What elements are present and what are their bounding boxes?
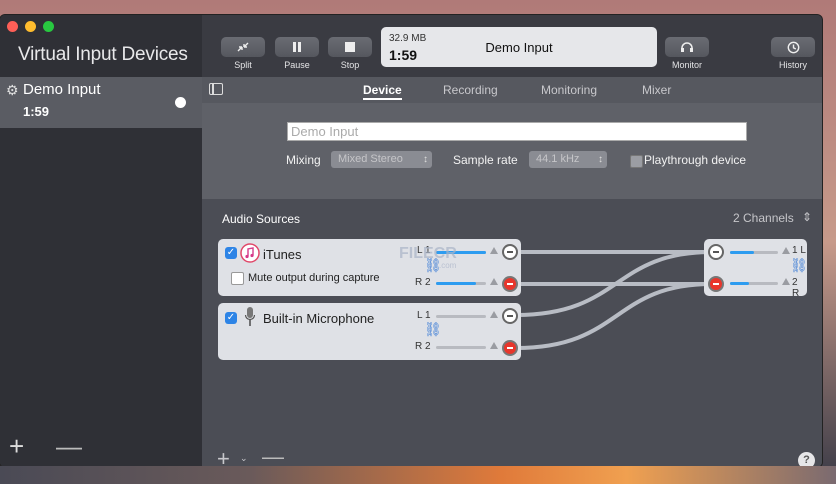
monitor-button[interactable] <box>665 37 709 57</box>
history-button[interactable] <box>771 37 815 57</box>
remove-device-button[interactable]: — <box>56 433 82 459</box>
left-channel-label: L 1 <box>417 310 431 321</box>
output-left-input-port[interactable] <box>708 244 724 260</box>
sidebar-item-label: Demo Input <box>23 81 101 98</box>
itunes-icon <box>240 243 260 263</box>
right-output-port[interactable] <box>502 340 518 356</box>
source-card-itunes: ✓ iTunes Mute output during capture L 1 … <box>218 239 521 296</box>
mute-output-checkbox[interactable] <box>231 272 244 285</box>
sidebar-title: Virtual Input Devices <box>18 44 188 65</box>
pause-icon <box>293 42 301 52</box>
split-button[interactable] <box>221 37 265 57</box>
add-device-button[interactable]: + <box>9 433 24 459</box>
output-card: 1 L ⛓ 2 R <box>704 239 808 299</box>
clock-icon <box>787 41 799 53</box>
right-level-icon <box>490 278 498 285</box>
source-card-microphone: ✓ Built-in Microphone L 1 ⛓ R 2 <box>218 303 521 360</box>
split-icon <box>237 42 249 52</box>
itunes-enable-checkbox[interactable]: ✓ <box>225 247 237 259</box>
monitor-label: Monitor <box>671 60 702 70</box>
status-display: 32.9 MB 1:59 Demo Input <box>381 27 657 67</box>
minimize-window-button[interactable] <box>25 21 36 32</box>
right-channel-label: R 2 <box>415 277 431 288</box>
split-label: Split <box>234 60 252 70</box>
sidebar: Virtual Input Devices ⚙ Demo Input 1:59 … <box>0 15 202 467</box>
add-source-button[interactable]: + <box>217 448 230 468</box>
link-channels-icon[interactable]: ⛓ <box>424 321 442 338</box>
pause-label: Pause <box>284 60 310 70</box>
left-output-port[interactable] <box>502 244 518 260</box>
left-level-icon <box>490 311 498 318</box>
remove-source-button[interactable]: — <box>262 446 284 468</box>
watermark: FILECR .com <box>399 245 457 270</box>
stop-label: Stop <box>340 60 360 70</box>
window-controls <box>7 21 54 32</box>
right-channel-label: R 2 <box>415 341 431 352</box>
microphone-enable-checkbox[interactable]: ✓ <box>225 312 237 324</box>
chevron-down-icon[interactable]: ⌄ <box>240 453 248 464</box>
right-volume-slider[interactable] <box>436 346 486 349</box>
output-right-slider[interactable] <box>730 282 778 285</box>
recording-indicator-icon <box>175 97 186 108</box>
output-left-label: 1 L <box>792 245 806 256</box>
right-output-port[interactable] <box>502 276 518 292</box>
toolbar: Split Pause Stop 32.9 MB 1:59 Demo Input… <box>202 15 822 77</box>
watermark-sub: .com <box>439 261 457 270</box>
sidebar-item-time: 1:59 <box>23 104 50 119</box>
left-volume-slider[interactable] <box>436 315 486 318</box>
mute-output-label: Mute output during capture <box>248 272 380 284</box>
close-window-button[interactable] <box>7 21 18 32</box>
app-window: Virtual Input Devices ⚙ Demo Input 1:59 … <box>0 15 822 467</box>
pause-button[interactable] <box>275 37 319 57</box>
output-left-slider[interactable] <box>730 251 778 254</box>
active-device-name: Demo Input <box>485 40 553 55</box>
output-right-label: 2 R <box>792 277 800 299</box>
watermark-text: FILECR <box>399 245 457 262</box>
left-output-port[interactable] <box>502 308 518 324</box>
history-label: History <box>778 60 807 70</box>
output-right-level-icon <box>782 278 790 285</box>
source-name: iTunes <box>263 247 302 262</box>
microphone-icon <box>244 307 256 326</box>
sidebar-item-demo-input[interactable]: ⚙ Demo Input 1:59 <box>0 77 202 128</box>
help-button[interactable]: ? <box>798 452 815 467</box>
source-name: Built-in Microphone <box>263 311 375 326</box>
right-volume-slider[interactable] <box>436 282 486 285</box>
right-level-icon <box>490 342 498 349</box>
stop-button[interactable] <box>328 37 372 57</box>
gear-icon: ⚙ <box>6 82 19 98</box>
desktop-background <box>0 466 836 484</box>
headphones-icon <box>681 42 693 52</box>
output-link-icon[interactable]: ⛓ <box>790 257 808 274</box>
output-left-level-icon <box>782 247 790 254</box>
stop-icon <box>345 42 355 52</box>
main-panel: Device Recording Monitoring Mixer Demo I… <box>202 77 822 467</box>
output-right-input-port[interactable] <box>708 276 724 292</box>
left-level-icon <box>490 247 498 254</box>
maximize-window-button[interactable] <box>43 21 54 32</box>
